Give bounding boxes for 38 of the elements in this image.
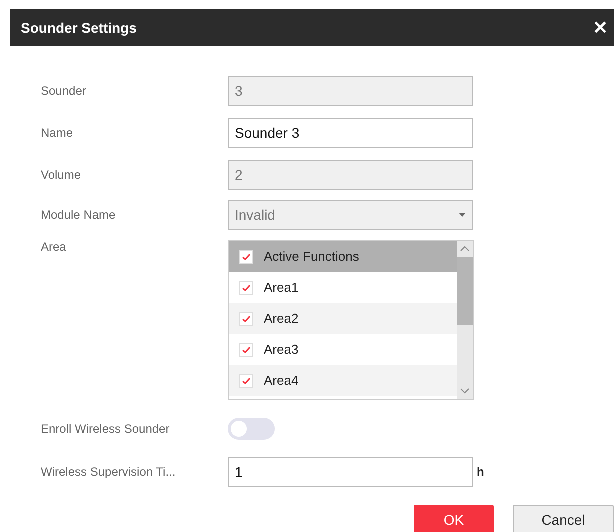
item-label: Area4: [264, 373, 299, 388]
checkbox[interactable]: [239, 342, 253, 356]
item-label: Area2: [264, 311, 299, 326]
checkbox[interactable]: [239, 312, 253, 326]
checkmark-icon: [242, 376, 250, 384]
field-label: Volume: [41, 168, 82, 182]
checkbox[interactable]: [239, 374, 253, 388]
dialog-title: Sounder Settings: [21, 20, 137, 36]
cancel-button[interactable]: Cancel: [512, 505, 614, 532]
field-label: Sounder: [41, 84, 88, 98]
checkbox[interactable]: [239, 250, 253, 264]
chevron-up-icon: [460, 246, 470, 252]
checkmark-icon: [242, 346, 250, 354]
caret-icon: [459, 213, 466, 217]
chevron-down-icon: [460, 388, 470, 394]
scrollbar-thumb[interactable]: [457, 257, 473, 325]
scrollbar[interactable]: [457, 241, 473, 399]
field-label: Wireless Supervision Ti...: [41, 465, 177, 479]
ok-button[interactable]: OK: [414, 505, 494, 532]
checkbox[interactable]: [239, 280, 253, 294]
field-label: Module Name: [41, 208, 117, 222]
list-item[interactable]: Area2: [229, 303, 457, 334]
unit-label: h: [477, 465, 484, 479]
checkmark-icon: [242, 314, 250, 322]
field-label: Enroll Wireless Sounder: [41, 422, 171, 436]
close-button[interactable]: ✕: [591, 16, 610, 38]
item-label: Area3: [264, 342, 299, 357]
checkmark-icon: [242, 284, 250, 292]
item-label: Area1: [264, 280, 299, 295]
list-item[interactable]: Area4: [229, 365, 457, 396]
field-label: Area: [41, 240, 68, 254]
item-label: Active Functions: [264, 249, 360, 264]
list-item[interactable]: Active Functions: [229, 241, 457, 272]
checkmark-icon: [242, 252, 250, 260]
field-label: Name: [41, 126, 74, 140]
input-field[interactable]: 1: [228, 457, 473, 487]
toggle-switch[interactable]: [228, 418, 275, 440]
input-field[interactable]: Sounder 3: [228, 118, 473, 148]
